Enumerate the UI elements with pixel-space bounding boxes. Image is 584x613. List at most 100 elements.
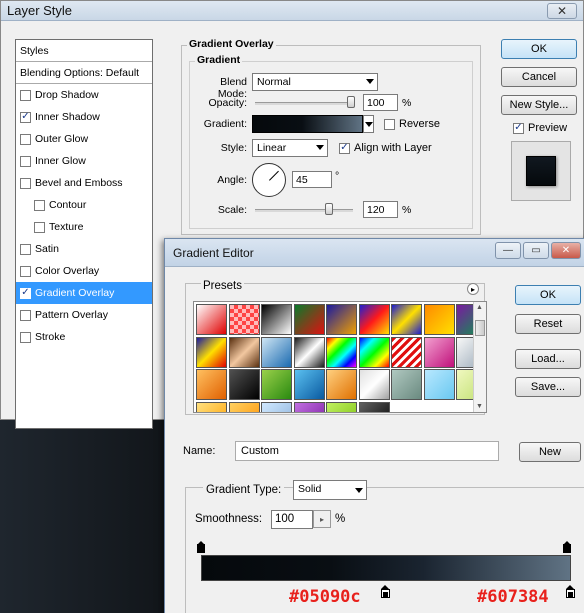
style-item-color-overlay[interactable]: Color Overlay [16,260,152,282]
load-button[interactable]: Load... [515,349,581,369]
cancel-button[interactable]: Cancel [501,67,577,87]
preset-swatch[interactable] [293,336,325,368]
scale-slider-thumb[interactable] [325,203,333,215]
opacity-slider-thumb[interactable] [347,96,355,108]
preset-swatch[interactable] [391,369,422,400]
style-checkbox[interactable] [20,265,31,277]
preset-swatch[interactable] [261,369,292,400]
preset-swatch[interactable] [358,336,390,368]
preset-swatch[interactable] [196,304,227,335]
gradient-dropdown[interactable] [363,115,374,133]
style-item-inner-shadow[interactable]: ✓ Inner Shadow [16,106,152,128]
presets-scrollbar-thumb[interactable] [475,320,485,336]
style-item-satin[interactable]: Satin [16,238,152,260]
preset-swatch[interactable] [358,369,390,400]
smoothness-stepper[interactable]: ▸ [313,510,331,528]
preset-swatch[interactable] [228,369,260,400]
ok-button[interactable]: OK [501,39,577,59]
align-with-layer-checkbox[interactable]: ✓ Align with Layer [339,142,432,154]
style-item-outer-glow[interactable]: Outer Glow [16,128,152,150]
preset-swatch[interactable] [423,304,455,335]
name-input[interactable]: Custom [235,441,499,461]
style-item-inner-glow[interactable]: Inner Glow [16,150,152,172]
color-stop-right[interactable] [566,585,575,598]
preset-swatch[interactable] [261,336,292,368]
scroll-down-icon[interactable]: ▼ [476,403,483,410]
preset-swatch[interactable] [326,369,357,400]
style-item-texture[interactable]: Texture [16,216,152,238]
close-icon[interactable]: ✕ [547,3,577,19]
scroll-up-icon[interactable]: ▲ [476,304,483,311]
preview-checkbox-box[interactable]: ✓ [513,122,524,134]
preset-swatch[interactable] [228,304,260,335]
style-checkbox[interactable] [20,243,31,255]
opacity-stop-right[interactable] [563,541,571,553]
preset-swatch[interactable] [423,336,455,368]
reset-button[interactable]: Reset [515,314,581,334]
style-item-contour[interactable]: Contour [16,194,152,216]
ge-ok-button[interactable]: OK [515,285,581,305]
preset-swatch[interactable] [423,369,455,400]
new-style-button[interactable]: New Style... [501,95,577,115]
blend-mode-select[interactable]: Normal [252,73,378,91]
style-item-bevel-and-emboss[interactable]: Bevel and Emboss [16,172,152,194]
reverse-checkbox-box[interactable] [384,118,395,130]
preset-swatch[interactable] [326,336,357,368]
preset-swatch[interactable] [261,401,292,412]
align-checkbox-box[interactable]: ✓ [339,142,350,154]
style-checkbox[interactable] [34,199,45,211]
maximize-icon[interactable]: ▭ [523,242,549,259]
style-checkbox[interactable] [20,133,31,145]
gradient-swatch[interactable] [252,115,363,133]
angle-dial[interactable] [252,163,286,197]
gradient-preview-bar[interactable] [201,555,571,581]
style-checkbox[interactable] [20,331,31,343]
preset-swatch[interactable] [196,336,227,368]
preset-swatch[interactable] [391,336,422,368]
style-item-pattern-overlay[interactable]: Pattern Overlay [16,304,152,326]
style-item-drop-shadow[interactable]: Drop Shadow [16,84,152,106]
blending-options-item[interactable]: Blending Options: Default [16,62,152,84]
preset-swatch[interactable] [358,401,390,412]
preset-swatch[interactable] [293,304,325,335]
gradient-type-select[interactable]: Solid [293,480,367,500]
preset-swatch[interactable] [196,401,227,412]
layer-style-titlebar[interactable]: Layer Style [1,1,583,21]
style-checkbox[interactable]: ✓ [20,287,31,299]
opacity-input[interactable]: 100 [363,94,398,111]
preset-swatch[interactable] [293,369,325,400]
style-select[interactable]: Linear [252,139,328,157]
preset-swatch[interactable] [326,304,357,335]
save-button[interactable]: Save... [515,377,581,397]
color-stop-left[interactable] [381,585,390,598]
presets-menu-icon[interactable]: ▸ [467,283,479,295]
preset-swatch[interactable] [326,401,357,412]
style-checkbox[interactable] [34,221,45,233]
style-checkbox[interactable] [20,89,31,101]
preset-swatch[interactable] [261,304,292,335]
style-checkbox[interactable]: ✓ [20,111,31,123]
presets-scrollbar[interactable]: ▲ ▼ [473,302,486,412]
minimize-icon[interactable]: — [495,242,521,259]
angle-input[interactable]: 45 [292,171,332,188]
styles-header[interactable]: Styles [16,40,152,62]
style-checkbox[interactable] [20,309,31,321]
preset-swatch[interactable] [391,304,422,335]
preset-swatch[interactable] [293,401,325,412]
preview-checkbox[interactable]: ✓ Preview [513,122,567,134]
gradient-editor-titlebar[interactable]: Gradient Editor [165,239,584,267]
smoothness-input[interactable]: 100 [271,510,313,529]
new-button[interactable]: New [519,442,581,462]
preset-swatch[interactable] [228,336,260,368]
opacity-slider[interactable] [255,102,355,105]
close-icon[interactable]: ✕ [551,242,581,259]
style-item-gradient-overlay[interactable]: ✓ Gradient Overlay [16,282,152,304]
style-checkbox[interactable] [20,177,31,189]
style-item-stroke[interactable]: Stroke [16,326,152,348]
opacity-stop-left[interactable] [197,541,205,553]
scale-slider[interactable] [255,209,353,212]
style-checkbox[interactable] [20,155,31,167]
preset-swatch[interactable] [196,369,227,400]
preset-swatch[interactable] [358,304,390,335]
scale-input[interactable]: 120 [363,201,398,218]
